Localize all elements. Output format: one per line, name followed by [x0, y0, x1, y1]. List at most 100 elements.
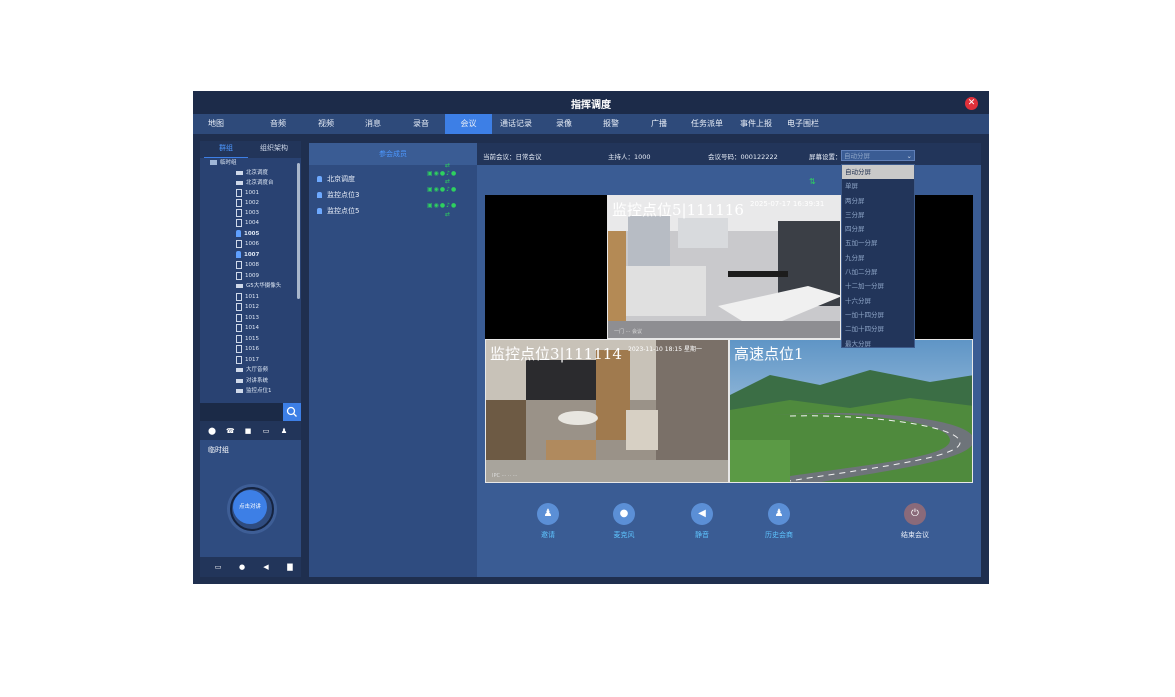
tab-groups[interactable]: 群组 [204, 141, 248, 159]
menu-item-message[interactable]: 消息 [350, 114, 396, 134]
tree-item[interactable]: 1005 [236, 229, 259, 239]
speaker-icon[interactable]: ◀ [262, 563, 270, 571]
tree-item[interactable]: 1006 [236, 239, 259, 249]
action-label: 邀请 [541, 531, 555, 539]
tree-item-label: 监控点位1 [246, 388, 272, 394]
search-icon [286, 406, 297, 417]
invite-button[interactable]: ♟ 邀请 [523, 503, 573, 540]
dropdown-option[interactable]: 单屏 [842, 179, 914, 193]
tree-item-label: G5大华摄像头 [246, 283, 282, 289]
tree-item[interactable]: 1001 [236, 188, 259, 198]
user-icon[interactable]: ♟ [280, 427, 288, 435]
phone-icon [236, 292, 242, 301]
member-controls[interactable]: ⇄ [445, 211, 451, 218]
tree-item-label: 1004 [245, 220, 259, 226]
member-controls[interactable]: ▣◉●♪● [427, 202, 457, 209]
mute-button[interactable]: ◀ 静音 [677, 503, 727, 540]
dropdown-option[interactable]: 八加二分屏 [842, 265, 914, 279]
member-controls[interactable]: ⇄ [445, 162, 451, 169]
tree-item[interactable]: 1014 [236, 323, 259, 333]
tree-item[interactable]: 1002 [236, 198, 259, 208]
menu-item-alarm[interactable]: 报警 [588, 114, 634, 134]
mute-icon: ◀ [691, 503, 713, 525]
tree-item[interactable]: 1009 [236, 271, 259, 281]
dropdown-option[interactable]: 二加十四分屏 [842, 322, 914, 336]
close-icon[interactable]: ✕ [965, 97, 978, 110]
camera-tile[interactable]: 高速点位1 [729, 339, 973, 483]
tree-item[interactable]: G5大华摄像头 [236, 281, 281, 291]
phone-icon [236, 313, 242, 322]
phone-icon [236, 355, 242, 364]
push-to-talk-button[interactable]: 点击对讲 [233, 490, 267, 524]
menu-item-video[interactable]: 视频 [303, 114, 349, 134]
tree-item[interactable]: 临时组 [210, 158, 237, 168]
history-button[interactable]: ♟ 历史会商 [754, 503, 804, 540]
menu-item-task[interactable]: 任务派单 [683, 114, 731, 134]
tree-item[interactable]: 1003 [236, 208, 259, 218]
trash-icon[interactable]: ▇ [286, 563, 294, 571]
tree-search[interactable] [200, 403, 301, 421]
tree-item[interactable]: 1004 [236, 218, 259, 228]
phone-icon [236, 271, 242, 280]
end-meeting-button[interactable]: ⏻ 结束会议 [890, 503, 940, 540]
tree-item[interactable]: 对讲系统 [236, 376, 268, 386]
camera-tile[interactable]: 监控点位3|111114 2023-11-10 18:15 星期一 IPC ··… [485, 339, 729, 483]
message-icon[interactable]: ▭ [214, 563, 222, 571]
tree-item[interactable]: 1011 [236, 292, 259, 302]
microphone-button[interactable]: ● 麦克风 [599, 503, 649, 540]
member-row[interactable]: 监控点位5 [317, 206, 359, 216]
dropdown-option[interactable]: 最大分屏 [842, 337, 914, 351]
tab-organization[interactable]: 组织架构 [250, 141, 298, 157]
refresh-icon[interactable]: ⇅ [809, 177, 816, 186]
person-icon [236, 251, 241, 258]
tree-item[interactable]: 1015 [236, 334, 259, 344]
camera-tile[interactable]: 监控点位5|111116 2025-07-17 16:39:31 一门 ··· … [607, 195, 841, 339]
menu-item-meeting[interactable]: 会议 [445, 114, 492, 134]
tree-item[interactable]: 北京调度台 [236, 178, 274, 188]
dropdown-option[interactable]: 三分屏 [842, 208, 914, 222]
member-row[interactable]: 北京调度 [317, 174, 355, 184]
microphone-icon[interactable]: ● [238, 563, 246, 571]
tree-item[interactable]: 1017 [236, 355, 259, 365]
camera-label: 高速点位1 [734, 345, 804, 363]
member-controls[interactable]: ▣◉●♪● [427, 186, 457, 193]
search-button[interactable] [283, 403, 301, 421]
menu-item-map[interactable]: 地图 [193, 114, 239, 134]
location-icon[interactable]: ⬤ [208, 427, 216, 435]
menu-item-recording[interactable]: 录音 [398, 114, 444, 134]
menu-item-broadcast[interactable]: 广播 [636, 114, 682, 134]
video-icon[interactable]: ■ [244, 427, 252, 435]
dispatcher-icon[interactable]: ☎ [226, 427, 235, 435]
tree-item-label: 1015 [245, 336, 259, 342]
dropdown-option[interactable]: 九分屏 [842, 251, 914, 265]
menu-item-call-log[interactable]: 通话记录 [493, 114, 539, 134]
message-icon[interactable]: ▭ [262, 427, 270, 435]
dropdown-option[interactable]: 十六分屏 [842, 294, 914, 308]
camera-caption: 一门 ··· 会议 [614, 329, 642, 335]
member-controls[interactable]: ▣◉●♪● [427, 170, 457, 177]
dropdown-option[interactable]: 两分屏 [842, 194, 914, 208]
tree-item[interactable]: 1008 [236, 260, 259, 270]
dropdown-option[interactable]: 一加十四分屏 [842, 308, 914, 322]
tree-item[interactable]: 北京调度 [236, 168, 268, 178]
screen-layout-select[interactable]: 自动分屏 ⌄ [841, 150, 915, 161]
dropdown-option[interactable]: 五加一分屏 [842, 236, 914, 250]
menu-item-audio[interactable]: 音频 [255, 114, 301, 134]
tree-item[interactable]: 1013 [236, 313, 259, 323]
member-row[interactable]: 监控点位3 [317, 190, 359, 200]
dropdown-option[interactable]: 十二加一分屏 [842, 279, 914, 293]
tree-scrollbar[interactable] [297, 163, 300, 299]
menu-item-event-report[interactable]: 事件上报 [732, 114, 780, 134]
temp-group-tools: ▭ ● ◀ ▇ [200, 557, 301, 577]
menu-item-video-record[interactable]: 录像 [541, 114, 587, 134]
member-controls[interactable]: ⇄ [445, 178, 451, 185]
menu-item-geofence[interactable]: 电子围栏 [779, 114, 827, 134]
tree-item[interactable]: 大厅音频 [236, 365, 268, 375]
dropdown-option[interactable]: 四分屏 [842, 222, 914, 236]
tree-item[interactable]: 1016 [236, 344, 259, 354]
tree-item[interactable]: 1007 [236, 250, 259, 260]
dropdown-option[interactable]: 自动分屏 [842, 165, 914, 180]
action-label: 静音 [695, 531, 709, 539]
tree-item[interactable]: 1012 [236, 302, 259, 312]
tree-item[interactable]: 监控点位1 [236, 386, 272, 396]
